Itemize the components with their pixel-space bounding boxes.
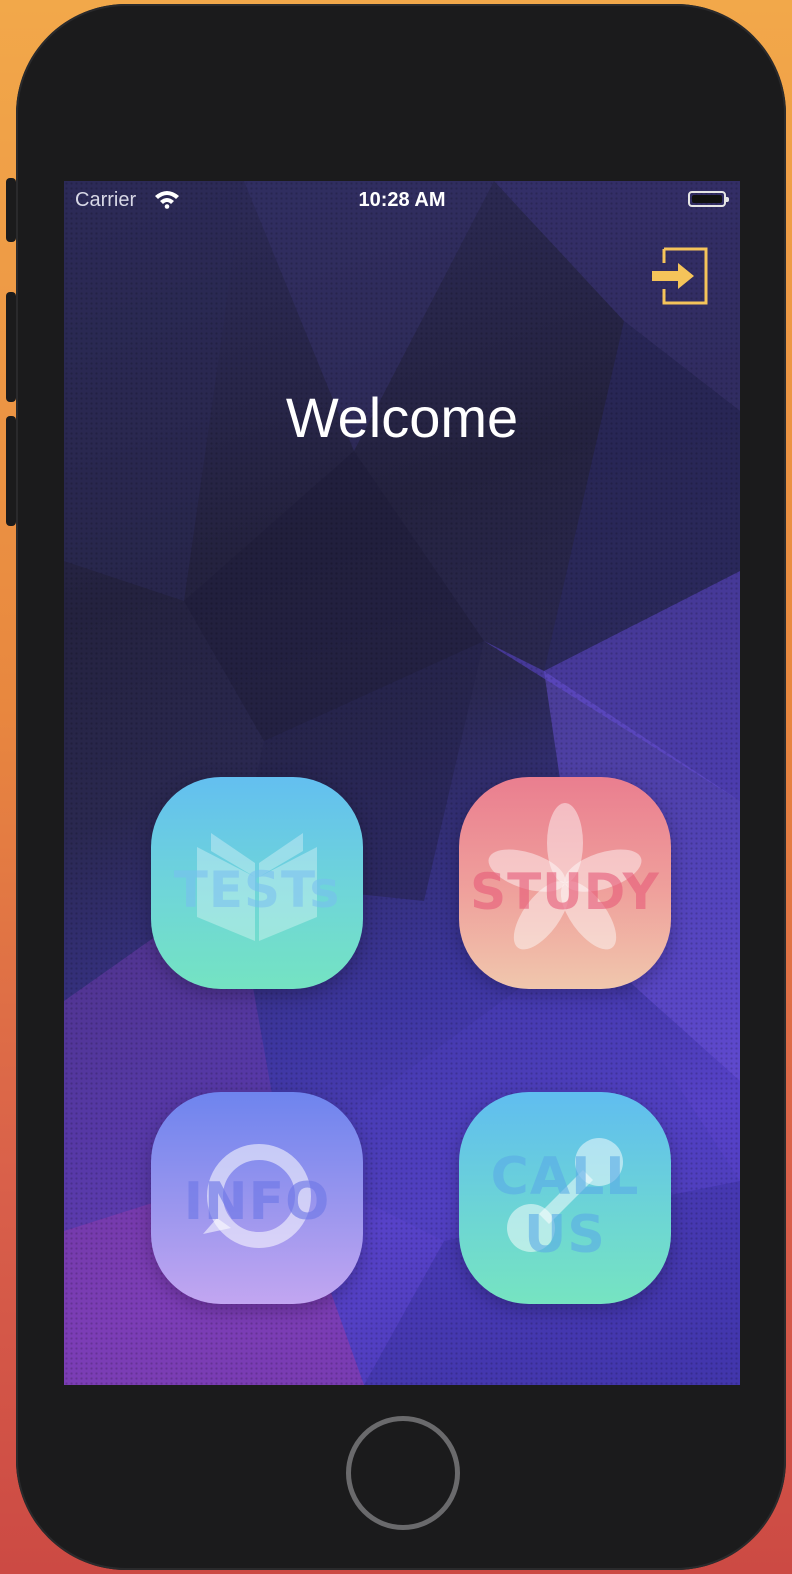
info-button[interactable]: INFO (151, 1092, 363, 1304)
study-button[interactable]: STUDY (459, 777, 671, 989)
status-bar: Carrier 10:28 AM (64, 181, 740, 221)
call-label-line1: CALL (490, 1147, 640, 1207)
info-label: INFO (183, 1172, 331, 1232)
call-us-label: CALL US (459, 1148, 671, 1264)
battery-icon (688, 191, 729, 207)
study-label: STUDY (470, 863, 660, 921)
home-button[interactable] (346, 1416, 460, 1530)
login-arrow-icon[interactable] (650, 245, 712, 307)
tests-button[interactable]: TESTs (151, 777, 363, 989)
call-label-line2: US (524, 1205, 606, 1265)
clock-time: 10:28 AM (358, 189, 446, 211)
call-us-button[interactable]: CALL US (459, 1092, 671, 1304)
volume-up-button (6, 292, 16, 402)
mute-switch (6, 178, 16, 242)
welcome-heading: Welcome (285, 386, 519, 449)
tests-label: TESTs (173, 861, 341, 919)
volume-down-button (6, 416, 16, 526)
app-screen: Carrier 10:28 AM Welcome TESTs STUDY INF… (64, 181, 740, 1385)
